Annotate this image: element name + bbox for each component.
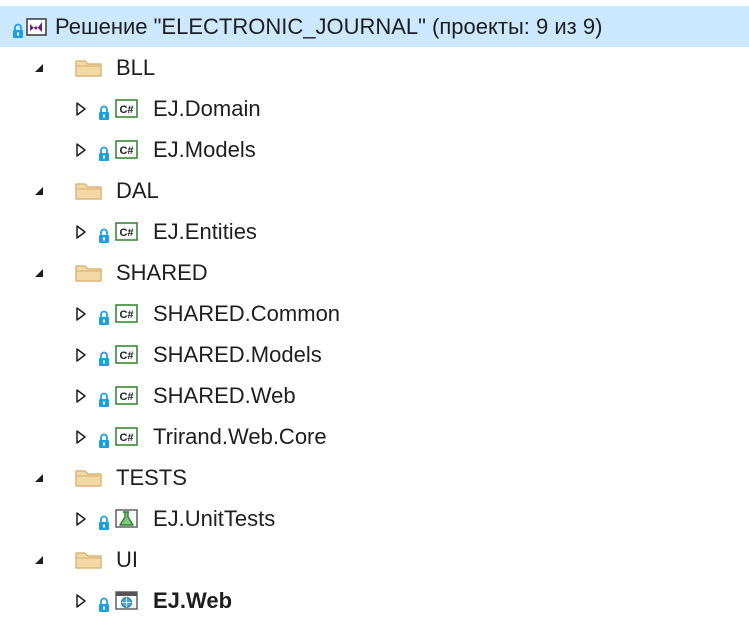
project-node[interactable]: C# SHARED.Common bbox=[0, 293, 749, 334]
folder-label: BLL bbox=[116, 54, 156, 80]
project-node[interactable]: C# EJ.Models bbox=[0, 129, 749, 170]
project-label: EJ.Entities bbox=[153, 218, 257, 244]
lock-icon bbox=[98, 142, 110, 161]
project-node[interactable]: C# EJ.Domain bbox=[0, 88, 749, 129]
collapse-arrow-icon[interactable] bbox=[30, 182, 48, 200]
project-label: EJ.Domain bbox=[153, 95, 261, 121]
project-label: SHARED.Web bbox=[153, 382, 296, 408]
folder-icon bbox=[74, 549, 104, 571]
folder-label: SHARED bbox=[116, 259, 208, 285]
csharp-project-icon: C# bbox=[115, 426, 139, 448]
folder-icon bbox=[74, 57, 104, 79]
svg-text:C#: C# bbox=[119, 104, 133, 116]
expand-arrow-icon[interactable] bbox=[72, 592, 90, 610]
csharp-project-icon: C# bbox=[115, 344, 139, 366]
solution-node[interactable]: Решение "ELECTRONIC_JOURNAL" (проекты: 9… bbox=[0, 6, 749, 47]
svg-text:C#: C# bbox=[119, 227, 133, 239]
project-label: SHARED.Common bbox=[153, 300, 341, 326]
collapse-arrow-icon[interactable] bbox=[30, 264, 48, 282]
expand-arrow-icon[interactable] bbox=[72, 100, 90, 118]
folder-node-shared[interactable]: SHARED bbox=[0, 252, 749, 293]
project-node[interactable]: EJ.Web bbox=[0, 580, 749, 620]
project-node[interactable]: EJ.UnitTests bbox=[0, 498, 749, 539]
csharp-project-icon: C# bbox=[115, 139, 139, 161]
folder-label: TESTS bbox=[116, 464, 187, 490]
collapse-arrow-icon[interactable] bbox=[30, 551, 48, 569]
expand-arrow-icon[interactable] bbox=[72, 305, 90, 323]
svg-text:C#: C# bbox=[119, 432, 133, 444]
csharp-project-icon: C# bbox=[115, 221, 139, 243]
lock-icon bbox=[98, 511, 110, 530]
project-node[interactable]: C# SHARED.Web bbox=[0, 375, 749, 416]
project-label: Trirand.Web.Core bbox=[153, 423, 327, 449]
csharp-project-icon: C# bbox=[115, 303, 139, 325]
expand-arrow-icon[interactable] bbox=[72, 346, 90, 364]
web-project-icon bbox=[115, 590, 139, 612]
svg-text:C#: C# bbox=[119, 145, 133, 157]
folder-label: UI bbox=[116, 546, 138, 572]
svg-text:C#: C# bbox=[119, 391, 133, 403]
folder-node-tests[interactable]: TESTS bbox=[0, 457, 749, 498]
folder-node-ui[interactable]: UI bbox=[0, 539, 749, 580]
lock-icon bbox=[12, 19, 24, 38]
expand-arrow-icon[interactable] bbox=[72, 428, 90, 446]
lock-icon bbox=[98, 101, 110, 120]
lock-icon bbox=[98, 593, 110, 612]
expand-arrow-icon[interactable] bbox=[72, 223, 90, 241]
expand-arrow-icon[interactable] bbox=[72, 510, 90, 528]
lock-icon bbox=[98, 306, 110, 325]
project-node[interactable]: C# Trirand.Web.Core bbox=[0, 416, 749, 457]
solution-label: Решение "ELECTRONIC_JOURNAL" (проекты: 9… bbox=[55, 13, 603, 39]
project-node[interactable]: C# SHARED.Models bbox=[0, 334, 749, 375]
collapse-arrow-icon[interactable] bbox=[30, 469, 48, 487]
svg-text:C#: C# bbox=[119, 309, 133, 321]
lock-icon bbox=[98, 224, 110, 243]
project-node[interactable]: C# EJ.Entities bbox=[0, 211, 749, 252]
solution-explorer-tree[interactable]: Решение "ELECTRONIC_JOURNAL" (проекты: 9… bbox=[0, 0, 749, 620]
test-project-icon bbox=[115, 508, 139, 530]
project-label: SHARED.Models bbox=[153, 341, 322, 367]
csharp-project-icon: C# bbox=[115, 385, 139, 407]
folder-node-dal[interactable]: DAL bbox=[0, 170, 749, 211]
folder-icon bbox=[74, 180, 104, 202]
svg-text:C#: C# bbox=[119, 350, 133, 362]
folder-node-bll[interactable]: BLL bbox=[0, 47, 749, 88]
project-label: EJ.Models bbox=[153, 136, 256, 162]
folder-label: DAL bbox=[116, 177, 159, 203]
project-label: EJ.Web bbox=[153, 587, 233, 613]
lock-icon bbox=[98, 347, 110, 366]
collapse-arrow-icon[interactable] bbox=[30, 59, 48, 77]
csharp-project-icon: C# bbox=[115, 98, 139, 120]
expand-arrow-icon[interactable] bbox=[72, 387, 90, 405]
solution-icon bbox=[24, 16, 48, 38]
lock-icon bbox=[98, 429, 110, 448]
lock-icon bbox=[98, 388, 110, 407]
folder-icon bbox=[74, 467, 104, 489]
expand-arrow-icon[interactable] bbox=[72, 141, 90, 159]
folder-icon bbox=[74, 262, 104, 284]
project-label: EJ.UnitTests bbox=[153, 505, 276, 531]
